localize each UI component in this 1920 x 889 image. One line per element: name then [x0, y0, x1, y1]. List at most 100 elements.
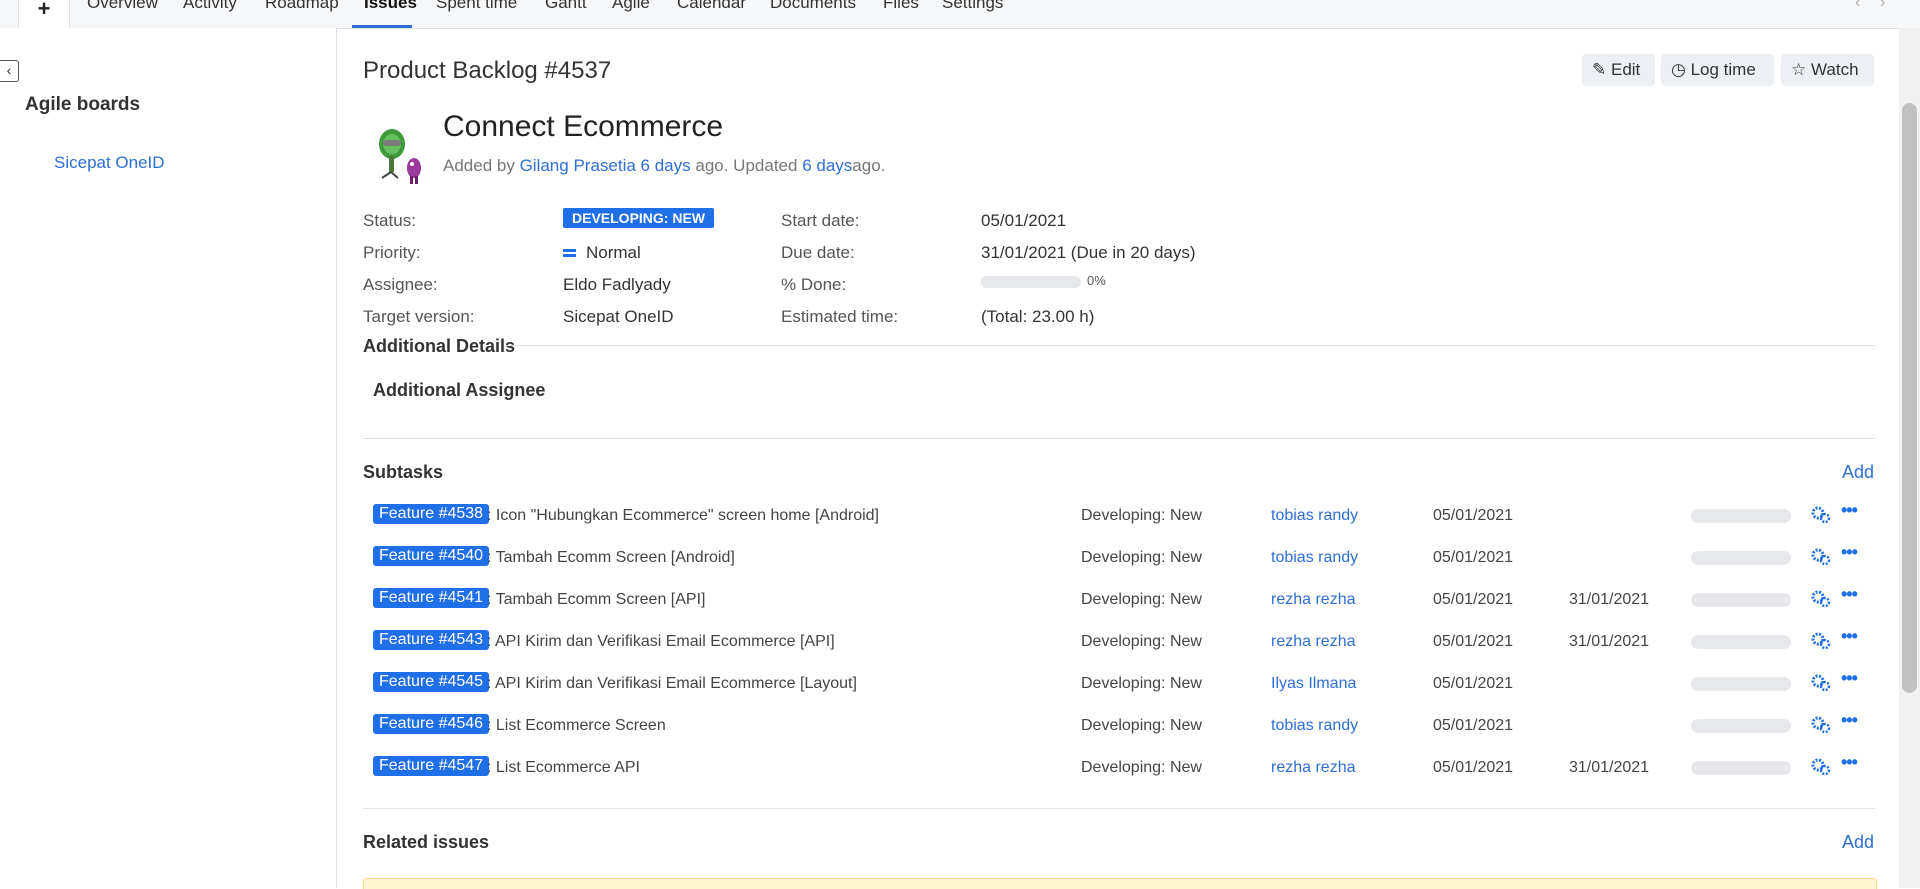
subtasks-title: Subtasks — [363, 462, 444, 482]
subtask-id-link[interactable]: Feature #4547 — [373, 756, 490, 776]
subtask-progress-bar — [1691, 635, 1791, 649]
subtask-status: Developing: New — [1081, 717, 1202, 734]
tab-roadmap[interactable]: Roadmap — [265, 0, 339, 13]
tab-settings[interactable]: Settings — [942, 0, 1003, 13]
subtask-start-date: 05/01/2021 — [1433, 717, 1514, 734]
subtask-progress-bar — [1691, 677, 1791, 691]
ellipsis-icon[interactable]: ••• — [1841, 752, 1858, 773]
gears-icon[interactable] — [1810, 714, 1832, 736]
gears-icon[interactable] — [1810, 504, 1832, 526]
gears-icon[interactable] — [1810, 756, 1832, 778]
subtask-status: Developing: New — [1081, 591, 1202, 608]
subtask-progress-bar — [1691, 593, 1791, 607]
subtask-id-link[interactable]: Feature #4538 — [373, 504, 490, 524]
subtask-assignee-link[interactable]: tobias randy — [1271, 549, 1358, 567]
estimated-time-label: Estimated time: — [781, 307, 899, 326]
subtask-start-date: 05/01/2021 — [1433, 675, 1514, 692]
page-scrollbar[interactable] — [1899, 28, 1920, 888]
subtask-row: Feature #4541 : Tambah Ecomm Screen [API… — [363, 584, 1875, 616]
tab-overview[interactable]: Overview — [87, 0, 158, 13]
priority-label: Priority: — [363, 243, 421, 262]
subtask-start-date: 05/01/2021 — [1433, 507, 1514, 524]
tab-calendar[interactable]: Calendar — [677, 0, 746, 13]
add-related-issue-link[interactable]: Add — [1842, 832, 1874, 853]
log-time-button[interactable]: ◷ Log time — [1661, 54, 1774, 86]
ellipsis-icon[interactable]: ••• — [1841, 500, 1858, 521]
tab-issues[interactable]: Issues — [364, 0, 417, 13]
subtask-progress-bar — [1691, 761, 1791, 775]
subtask-subject: : API Kirim dan Verifikasi Email Ecommer… — [487, 633, 835, 650]
ellipsis-icon[interactable]: ••• — [1841, 710, 1858, 731]
tab-agile[interactable]: Agile — [612, 0, 650, 13]
assignee-link[interactable]: Eldo Fadlyady — [563, 275, 671, 295]
updated-ago-link[interactable]: 6 days — [802, 156, 852, 175]
subtask-subject: : Tambah Ecomm Screen [API] — [487, 591, 706, 608]
new-object-button[interactable]: + — [18, 0, 70, 28]
tab-spent-time[interactable]: Spent time — [436, 0, 517, 13]
priority-normal-icon — [563, 249, 576, 259]
watch-button-label: Watch — [1810, 60, 1859, 79]
subtask-progress-bar — [1691, 509, 1791, 523]
edit-button[interactable]: ✎ Edit — [1582, 54, 1655, 86]
ellipsis-icon[interactable]: ••• — [1841, 668, 1858, 689]
additional-details-divider — [506, 345, 1875, 346]
gears-icon[interactable] — [1810, 588, 1832, 610]
subtask-assignee-link[interactable]: rezha rezha — [1271, 591, 1356, 609]
tab-activity[interactable]: Activity — [183, 0, 237, 13]
subtask-assignee-link[interactable]: rezha rezha — [1271, 759, 1356, 777]
subtask-id-link[interactable]: Feature #4540 — [373, 546, 490, 566]
subtask-status: Developing: New — [1081, 549, 1202, 566]
subtask-start-date: 05/01/2021 — [1433, 549, 1514, 566]
subtask-progress-bar — [1691, 719, 1791, 733]
sidebar-board-link[interactable]: Sicepat OneID — [54, 153, 165, 173]
subtask-start-date: 05/01/2021 — [1433, 759, 1514, 776]
clock-icon: ◷ — [1671, 60, 1686, 79]
gears-icon[interactable] — [1810, 546, 1832, 568]
tabs-prev-icon[interactable]: ‹ — [1855, 0, 1860, 12]
subtask-assignee-link[interactable]: tobias randy — [1271, 717, 1358, 735]
status-badge: DEVELOPING: NEW — [563, 208, 715, 228]
done-progress-bar — [981, 276, 1081, 288]
ellipsis-icon[interactable]: ••• — [1841, 542, 1858, 563]
subtask-assignee-link[interactable]: rezha rezha — [1271, 633, 1356, 651]
subtask-assignee-link[interactable]: tobias randy — [1271, 507, 1358, 525]
subtask-id-link[interactable]: Feature #4546 — [373, 714, 490, 734]
subtask-subject: : Icon "Hubungkan Ecommerce" screen home… — [487, 507, 879, 524]
subtask-status: Developing: New — [1081, 675, 1202, 692]
gears-icon[interactable] — [1810, 672, 1832, 694]
add-subtask-link[interactable]: Add — [1842, 462, 1874, 483]
tab-gantt[interactable]: Gantt — [545, 0, 587, 13]
ellipsis-icon[interactable]: ••• — [1841, 584, 1858, 605]
watch-button[interactable]: ☆ Watch — [1781, 54, 1874, 86]
start-date-value: 05/01/2021 — [981, 211, 1067, 230]
subtask-id-link[interactable]: Feature #4543 — [373, 630, 490, 650]
subtask-row: Feature #4543 : API Kirim dan Verifikasi… — [363, 626, 1875, 658]
tab-documents[interactable]: Documents — [770, 0, 856, 13]
done-percent: 0% — [1087, 273, 1106, 288]
ellipsis-icon[interactable]: ••• — [1841, 626, 1858, 647]
edit-button-label: Edit — [1610, 60, 1641, 79]
due-date-label: Due date: — [781, 243, 855, 262]
created-ago-link[interactable]: 6 days — [641, 156, 691, 175]
author-prefix: Added by — [443, 156, 515, 175]
subtask-assignee-link[interactable]: Ilyas Ilmana — [1271, 675, 1356, 693]
scrollbar-thumb[interactable] — [1902, 103, 1917, 693]
sidebar: ‹ — [0, 28, 337, 888]
subtask-id-link[interactable]: Feature #4541 — [373, 588, 490, 608]
author-suffix: ago. — [852, 156, 886, 175]
subtask-subject: : List Ecommerce Screen — [487, 717, 666, 734]
subtask-due-date: 31/01/2021 — [1569, 633, 1650, 650]
sidebar-collapse-icon[interactable]: ‹ — [0, 60, 19, 82]
author-link[interactable]: Gilang Prasetia — [520, 156, 636, 175]
tab-files[interactable]: Files — [883, 0, 919, 13]
tabs-next-icon[interactable]: › — [1880, 0, 1885, 12]
target-version-link[interactable]: Sicepat OneID — [563, 307, 674, 327]
gears-icon[interactable] — [1810, 630, 1832, 652]
subtask-id-link[interactable]: Feature #4545 — [373, 672, 490, 692]
subtask-row: Feature #4538 : Icon "Hubungkan Ecommerc… — [363, 500, 1875, 532]
subtask-row: Feature #4540 : Tambah Ecomm Screen [And… — [363, 542, 1875, 574]
sidebar-title: Agile boards — [25, 94, 141, 115]
assignee-label: Assignee: — [363, 275, 438, 294]
log-time-button-label: Log time — [1690, 60, 1756, 79]
plus-icon: + — [37, 0, 51, 21]
